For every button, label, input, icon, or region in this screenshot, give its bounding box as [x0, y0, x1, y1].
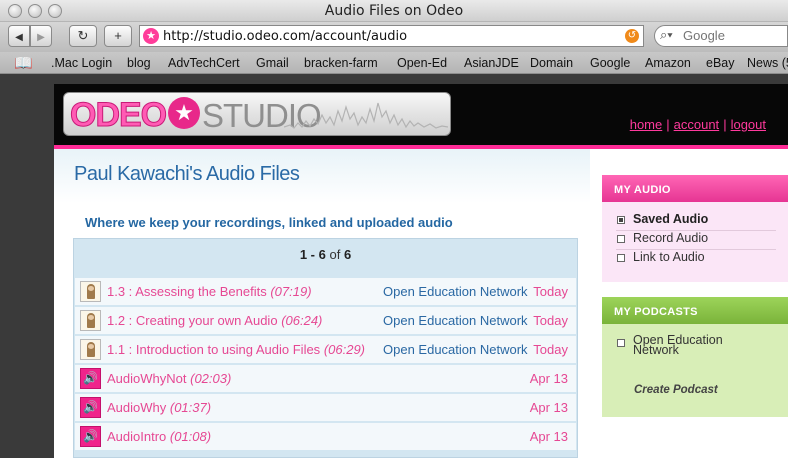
audio-date: Apr 13 — [529, 400, 568, 415]
my-audio-heading: MY AUDIO — [602, 175, 788, 202]
odeo-studio-logo[interactable]: ODEO ★ STUDIO — [63, 92, 451, 136]
logo-star-icon: ★ — [168, 97, 200, 129]
audio-row[interactable]: 🔊 AudioWhy (01:37) Apr 13 — [75, 394, 576, 421]
my-podcasts-heading: MY PODCASTS — [602, 297, 788, 324]
plus-icon: + — [114, 28, 122, 43]
audio-thumbnail-icon[interactable] — [80, 310, 101, 331]
network-link[interactable]: Open Education Network — [383, 342, 528, 357]
window-title: Audio Files on Odeo — [324, 3, 464, 19]
pager-of: of — [329, 247, 341, 262]
audio-title-link[interactable]: AudioWhy (01:37) — [107, 400, 211, 415]
reload-button[interactable]: ↻ — [69, 25, 97, 47]
sidebar-item-saved-audio[interactable]: Saved Audio — [616, 212, 776, 231]
speaker-icon[interactable]: 🔊 — [80, 368, 101, 389]
bullet-icon — [617, 254, 625, 262]
site-favicon-icon: ★ — [143, 28, 159, 44]
bookmark-item[interactable]: AdvTechCert — [168, 56, 240, 70]
my-audio-box: MY AUDIO Saved Audio Record Audio Link t… — [602, 175, 788, 282]
audio-date: Today — [533, 342, 568, 357]
window-titlebar: Audio Files on Odeo — [0, 0, 788, 22]
speaker-icon[interactable]: 🔊 — [80, 397, 101, 418]
bookmarks-bar: 📖 .Mac Login blog AdvTechCert Gmail brac… — [0, 52, 788, 74]
bookmark-item[interactable]: .Mac Login — [51, 56, 112, 70]
audio-row[interactable]: 1.3 : Assessing the Benefits (07:19) Ope… — [75, 278, 576, 305]
audio-date: Apr 13 — [529, 429, 568, 444]
url-text[interactable]: http://studio.odeo.com/account/audio — [163, 29, 407, 44]
nav-separator: | — [666, 117, 670, 132]
bullet-icon — [617, 235, 625, 243]
pager-range: 1 - 6 — [299, 247, 326, 262]
search-input[interactable] — [683, 28, 783, 43]
bookmark-item[interactable]: Google — [590, 56, 630, 70]
bookmark-item[interactable]: AsianJDE — [464, 56, 519, 70]
back-button[interactable]: ◀ — [8, 25, 30, 47]
bookmark-item[interactable]: News (5 — [747, 56, 788, 70]
back-arrow-icon: ◀ — [15, 32, 23, 43]
audio-title-link[interactable]: 1.1 : Introduction to using Audio Files … — [107, 342, 365, 357]
audio-title-link[interactable]: AudioIntro (01:08) — [107, 429, 211, 444]
waveform-icon — [284, 102, 448, 129]
audio-date: Apr 13 — [529, 371, 568, 386]
audio-date: Today — [533, 284, 568, 299]
audio-list: 1 - 6 of 6 1.3 : Assessing the Benefits … — [73, 238, 578, 458]
forward-arrow-icon: ▶ — [37, 32, 45, 43]
site-nav: home | account | logout — [630, 117, 766, 132]
page-subtitle: Where we keep your recordings, linked an… — [85, 215, 453, 230]
bookmarks-book-icon[interactable]: 📖 — [14, 54, 33, 72]
audio-row[interactable]: 🔊 AudioIntro (01:08) Apr 13 — [75, 423, 576, 450]
nav-home-link[interactable]: home — [630, 117, 663, 132]
create-podcast-link[interactable]: Create Podcast — [634, 384, 718, 396]
audio-thumbnail-icon[interactable] — [80, 281, 101, 302]
audio-date: Today — [533, 313, 568, 328]
audio-title-link[interactable]: 1.3 : Assessing the Benefits (07:19) — [107, 284, 312, 299]
sidebar-item-link-to-audio[interactable]: Link to Audio — [616, 250, 776, 269]
forward-button[interactable]: ▶ — [30, 25, 52, 47]
audio-row[interactable]: 1.1 : Introduction to using Audio Files … — [75, 336, 576, 363]
snapback-icon[interactable]: ↺ — [625, 29, 639, 43]
network-link[interactable]: Open Education Network — [383, 284, 528, 299]
bookmark-item[interactable]: blog — [127, 56, 151, 70]
search-field[interactable]: ⌕▾ — [654, 25, 788, 47]
add-bookmark-button[interactable]: + — [104, 25, 132, 47]
my-podcasts-box: MY PODCASTS Open Education Network Creat… — [602, 297, 788, 417]
audio-thumbnail-icon[interactable] — [80, 339, 101, 360]
bookmark-item[interactable]: Amazon — [645, 56, 691, 70]
browser-toolbar: ◀ ▶ ↻ + ★ http://studio.odeo.com/account… — [0, 22, 788, 52]
audio-title-link[interactable]: AudioWhyNot (02:03) — [107, 371, 231, 386]
bookmark-item[interactable]: Open-Ed — [397, 56, 447, 70]
reload-icon: ↻ — [77, 28, 89, 43]
nav-account-link[interactable]: account — [674, 117, 720, 132]
nav-logout-link[interactable]: logout — [731, 117, 766, 132]
bullet-icon — [617, 339, 625, 347]
network-link[interactable]: Open Education Network — [383, 313, 528, 328]
pager-total: 6 — [343, 247, 352, 262]
bookmark-item[interactable]: eBay — [706, 56, 735, 70]
web-page: ODEO ★ STUDIO home | account | logout Paul K… — [54, 84, 788, 458]
speaker-icon[interactable]: 🔊 — [80, 426, 101, 447]
pager: 1 - 6 of 6 — [74, 247, 577, 262]
address-bar[interactable]: ★ http://studio.odeo.com/account/audio ↺ — [139, 25, 644, 47]
bookmark-item[interactable]: Domain — [530, 56, 573, 70]
sidebar-item-record-audio[interactable]: Record Audio — [616, 231, 776, 250]
page-title: Paul Kawachi's Audio Files — [74, 163, 300, 185]
sidebar-item-podcast[interactable]: Open Education Network — [616, 334, 736, 365]
audio-title-link[interactable]: 1.2 : Creating your own Audio (06:24) — [107, 313, 322, 328]
logo-odeo-text: ODEO — [69, 96, 167, 135]
audio-row[interactable]: 1.2 : Creating your own Audio (06:24) Op… — [75, 307, 576, 334]
nav-separator: | — [723, 117, 727, 132]
bookmark-item[interactable]: Gmail — [256, 56, 289, 70]
bookmark-item[interactable]: bracken-farm — [304, 56, 378, 70]
site-header: ODEO ★ STUDIO home | account | logout — [54, 84, 788, 145]
search-icon[interactable]: ⌕▾ — [660, 27, 673, 43]
bullet-icon — [617, 216, 625, 224]
audio-row[interactable]: 🔊 AudioWhyNot (02:03) Apr 13 — [75, 365, 576, 392]
